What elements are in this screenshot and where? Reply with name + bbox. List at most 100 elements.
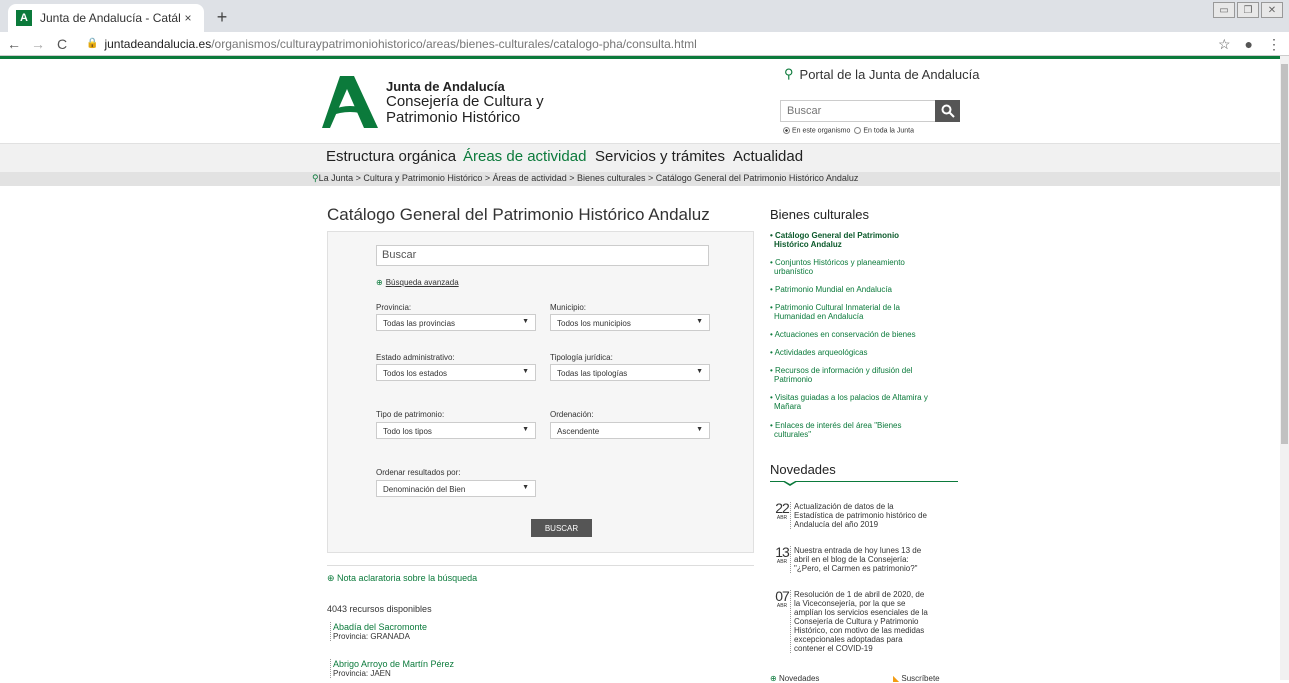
dropdown-arrow-icon: ▼ — [696, 426, 703, 433]
news-divider — [770, 481, 958, 482]
result-item: Abrigo Arroyo de Martín Pérez Provincia:… — [330, 659, 454, 678]
scrollbar-thumb[interactable] — [1281, 64, 1288, 444]
bookmark-star-icon[interactable]: ☆ — [1218, 36, 1231, 53]
news-text: Resolución de 1 de abril de 2020, de la … — [790, 590, 958, 653]
main-navigation: Estructura orgánica Áreas de actividad S… — [0, 143, 1280, 172]
radio-selected-icon — [783, 127, 790, 134]
news-title: Novedades — [770, 462, 836, 477]
municipio-select[interactable]: Todos los municipios ▼ — [550, 314, 710, 331]
news-date: 13 ABR — [775, 544, 790, 565]
plus-circle-icon: ⊕ — [770, 674, 779, 683]
advanced-search-link[interactable]: ⊕ Búsqueda avanzada — [376, 278, 459, 287]
sidebar-title: Bienes culturales — [770, 207, 869, 222]
department-line-1: Consejería de Cultura y — [386, 93, 544, 110]
new-tab-button[interactable]: + — [210, 6, 234, 30]
sidebar-link-inmaterial[interactable]: • Patrimonio Cultural Inmaterial de la Hu… — [770, 303, 900, 321]
department-line-2: Patrimonio Histórico — [386, 109, 521, 126]
dropdown-arrow-icon: ▼ — [522, 484, 529, 491]
sidebar-link-enlaces[interactable]: • Enlaces de interés del área "Bienes cul… — [770, 421, 902, 439]
portal-link[interactable]: ⚲ Portal de la Junta de Andalucía — [784, 66, 980, 82]
result-province: Provincia: JAEN — [333, 669, 391, 678]
tipo-label: Tipo de patrimonio: — [376, 410, 445, 419]
news-divider-notch — [782, 480, 798, 486]
site-header — [0, 59, 1280, 143]
news-text: Nuestra entrada de hoy lunes 13 de abril… — [790, 546, 958, 573]
page-title: Catálogo General del Patrimonio Históric… — [327, 205, 710, 224]
org-name: Junta de Andalucía — [386, 79, 505, 94]
scope-organismo[interactable]: En este organismo — [783, 127, 850, 134]
results-count: 4043 recursos disponibles — [327, 604, 432, 614]
tipologia-select[interactable]: Todas las tipologías ▼ — [550, 364, 710, 381]
result-name-link[interactable]: Abadía del Sacromonte — [333, 622, 427, 632]
sidebar-link-actuaciones[interactable]: • Actuaciones en conservación de bienes — [770, 330, 916, 339]
header-search-input[interactable] — [781, 101, 935, 121]
sidebar-link-conjuntos[interactable]: • Conjuntos Históricos y planeamiento urb… — [770, 258, 905, 276]
url-field[interactable]: 🔒 juntadeandalucia.es/organismos/cultura… — [86, 37, 697, 51]
dropdown-arrow-icon: ▼ — [696, 368, 703, 375]
sidebar-link-recursos[interactable]: • Recursos de información y difusión del… — [770, 366, 912, 384]
reload-icon[interactable]: C — [52, 36, 72, 52]
window-controls: ▭ ❐ ✕ — [1213, 2, 1283, 18]
breadcrumb-text[interactable]: La Junta > Cultura y Patrimonio Históric… — [319, 173, 859, 183]
dropdown-arrow-icon: ▼ — [696, 318, 703, 325]
close-window-icon[interactable]: ✕ — [1261, 2, 1283, 18]
page-scrollbar[interactable] — [1280, 56, 1289, 680]
result-name-link[interactable]: Abrigo Arroyo de Martín Pérez — [333, 659, 454, 669]
back-arrow-icon[interactable]: ← — [4, 36, 24, 52]
portal-link-label: Portal de la Junta de Andalucía — [799, 66, 980, 82]
result-province: Provincia: GRANADA — [333, 632, 410, 641]
profile-icon[interactable]: ● — [1245, 36, 1253, 53]
location-pin-icon: ⚲ — [784, 66, 794, 81]
dropdown-arrow-icon: ▼ — [522, 368, 529, 375]
provincia-label: Provincia: — [376, 303, 412, 312]
nav-servicios[interactable]: Servicios y trámites — [595, 148, 725, 165]
nota-aclaratoria-link[interactable]: ⊕ Nota aclaratoria sobre la búsqueda — [327, 573, 477, 584]
catalog-search-input[interactable]: Buscar — [376, 245, 709, 266]
ordenacion-label: Ordenación: — [550, 410, 594, 419]
tab-title: Junta de Andalucía - Catálogo G... — [40, 11, 180, 25]
tipologia-label: Tipología jurídica: — [550, 353, 613, 362]
address-bar: ← → C 🔒 juntadeandalucia.es/organismos/c… — [0, 32, 1289, 56]
radio-icon — [854, 127, 862, 134]
tipo-select[interactable]: Todo los tipos ▼ — [376, 422, 536, 439]
subscribe-link[interactable]: ◣ Suscríbete — [893, 674, 940, 683]
provincia-select[interactable]: Todas las provincias ▼ — [376, 314, 536, 331]
scope-junta[interactable]: En toda la Junta — [854, 127, 914, 134]
sidebar-link-mundial[interactable]: • Patrimonio Mundial en Andalucía — [770, 285, 892, 294]
news-date: 07 ABR — [775, 588, 790, 609]
junta-favicon-icon: A — [16, 10, 32, 26]
minimize-icon[interactable]: ▭ — [1213, 2, 1235, 18]
news-more-link[interactable]: ⊕ Novedades — [770, 674, 819, 683]
url-domain: juntadeandalucia.es — [104, 36, 212, 51]
result-item: Abadía del Sacromonte Provincia: GRANADA — [330, 622, 427, 641]
tab-close-icon[interactable]: × — [180, 11, 196, 25]
lock-icon: 🔒 — [86, 38, 99, 49]
news-text: Actualización de datos de la Estadística… — [790, 502, 958, 529]
search-icon[interactable] — [935, 100, 960, 122]
nav-actualidad[interactable]: Actualidad — [733, 148, 803, 165]
ordenar-select[interactable]: Denominación del Bien ▼ — [376, 480, 536, 497]
nav-areas[interactable]: Áreas de actividad — [463, 148, 586, 165]
department-name: Consejería de Cultura y Patrimonio Histó… — [386, 94, 544, 126]
browser-tab[interactable]: A Junta de Andalucía - Catálogo G... × — [8, 4, 204, 32]
address-actions: ☆ ● ⋮ — [1218, 36, 1281, 53]
estado-label: Estado administrativo: — [376, 353, 455, 362]
municipio-label: Municipio: — [550, 303, 587, 312]
restore-icon[interactable]: ❐ — [1237, 2, 1259, 18]
junta-logo-icon[interactable] — [322, 76, 378, 128]
nav-estructura[interactable]: Estructura orgánica — [326, 148, 456, 165]
url-path: /organismos/culturaypatrimoniohistorico/… — [211, 36, 697, 51]
search-scope: En este organismo En toda la Junta — [783, 127, 914, 134]
forward-arrow-icon[interactable]: → — [28, 36, 48, 52]
dropdown-arrow-icon: ▼ — [522, 318, 529, 325]
estado-select[interactable]: Todos los estados ▼ — [376, 364, 536, 381]
sidebar-link-arqueologicas[interactable]: • Actividades arqueológicas — [770, 348, 868, 357]
sidebar-link-visitas[interactable]: • Visitas guiadas a los palacios de Alta… — [770, 393, 928, 411]
sidebar-link-catalogo[interactable]: • Catálogo General del Patrimonio Históri… — [770, 231, 899, 249]
plus-circle-icon: ⊕ — [376, 278, 383, 287]
menu-dots-icon[interactable]: ⋮ — [1267, 36, 1281, 53]
browser-tab-strip: A Junta de Andalucía - Catálogo G... × +… — [0, 0, 1289, 32]
search-button[interactable]: BUSCAR — [531, 519, 592, 537]
breadcrumb: ⚲La Junta > Cultura y Patrimonio Históri… — [0, 172, 1280, 186]
ordenacion-select[interactable]: Ascendente ▼ — [550, 422, 710, 439]
